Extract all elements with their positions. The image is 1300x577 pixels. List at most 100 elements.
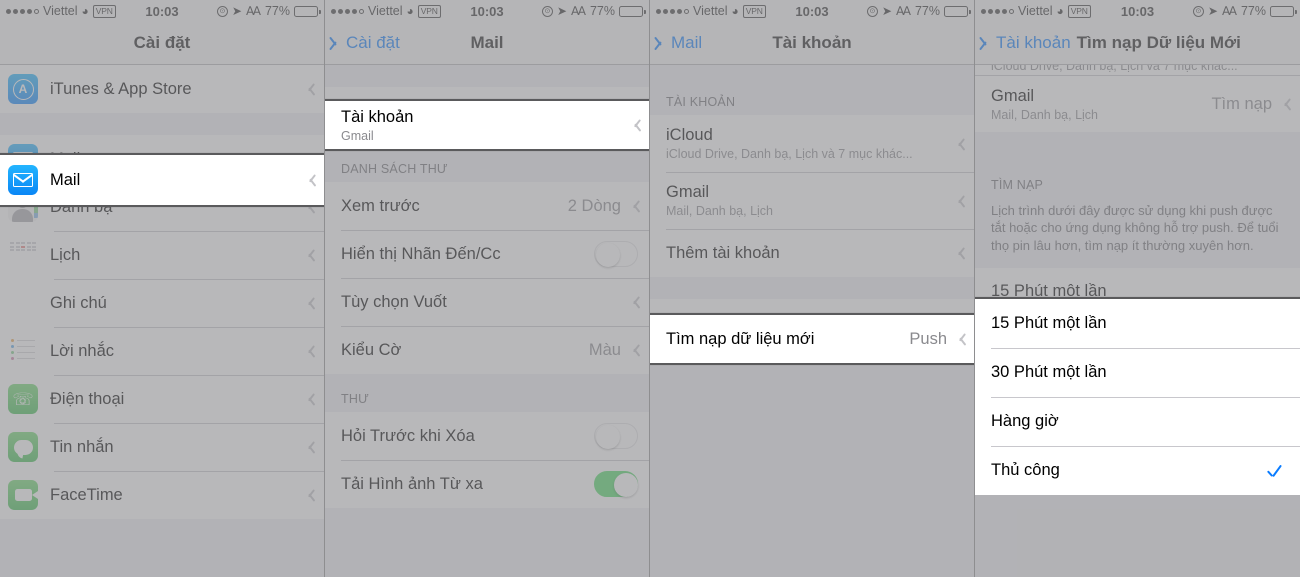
battery-icon	[1270, 5, 1297, 17]
section-header-fetch: TÌM NẠP	[975, 132, 1300, 198]
toggle-show-to-cc-label[interactable]	[594, 241, 638, 267]
option-manually-highlighted[interactable]: Thủ công	[975, 446, 1300, 495]
battery-percent: 77%	[914, 4, 940, 18]
panel-mail: Viettel ◕ VPN 10:03 ⊙ ➤ Ꜳ 77% Cài đặt Ma…	[325, 0, 650, 577]
location-services-icon: ⊙	[541, 5, 553, 17]
row-value: 2 Dòng	[567, 196, 621, 215]
status-bar: Viettel ◕ VPN 10:03 ⊙ ➤ Ꜳ 77%	[650, 0, 974, 22]
highlight-mail-row[interactable]: Mail	[0, 153, 324, 207]
sidebar-item-notes[interactable]: Ghi chú	[0, 279, 324, 327]
row-label: Tải Hình ảnh Từ xa	[341, 474, 483, 493]
nav-bar-settings: Cài đặt	[0, 22, 324, 65]
row-label: Xem trước	[341, 196, 420, 215]
row-ask-before-deleting[interactable]: Hỏi Trước khi Xóa	[325, 412, 649, 460]
row-swipe-options[interactable]: Tùy chọn Vuốt	[325, 278, 649, 326]
nav-bar-fetch-new-data: Tài khoản Tìm nạp Dữ liệu Mới	[975, 22, 1300, 65]
row-fetch-new-data-highlighted[interactable]: Tìm nạp dữ liệu mới Push	[650, 315, 974, 363]
bluetooth-icon: Ꜳ	[1221, 4, 1237, 18]
row-label: Tùy chọn Vuốt	[341, 292, 447, 311]
chevron-right-icon	[305, 296, 313, 310]
back-button[interactable]: Mail	[650, 33, 702, 53]
chevron-right-icon	[306, 173, 314, 187]
status-bar-right: ⊙ ➤ Ꜳ 77%	[541, 4, 646, 18]
row-show-to-cc-label[interactable]: Hiển thị Nhãn Đến/Cc	[325, 230, 649, 278]
row-gmail[interactable]: Gmail Mail, Danh bạ, Lịch Tìm nạp	[975, 75, 1300, 132]
back-button[interactable]: Tài khoản	[975, 33, 1071, 53]
status-bar-right: ⊙ ➤ Ꜳ 77%	[1192, 4, 1297, 18]
row-label: Thủ công	[991, 461, 1060, 479]
accounts-row-highlighted[interactable]: Tài khoản Gmail	[325, 101, 649, 149]
row-sublabel: iCloud Drive, Danh bạ, Lịch và 7 mục khá…	[666, 147, 913, 161]
chevron-right-icon	[630, 199, 638, 213]
group-divider	[650, 65, 974, 77]
row-label: 15 Phút một lần	[991, 314, 1107, 332]
sidebar-item-mail-highlighted[interactable]: Mail	[0, 155, 324, 205]
row-sublabel: iCloud Drive, Danh bạ, Lịch và 7 mục khá…	[991, 65, 1238, 73]
battery-icon	[294, 5, 321, 17]
bluetooth-icon: Ꜳ	[245, 4, 261, 18]
highlight-accounts-row[interactable]: Tài khoản Gmail	[325, 99, 649, 151]
mail-icon	[8, 165, 38, 195]
row-label: FaceTime	[50, 485, 123, 504]
option-15-minutes-highlighted[interactable]: 15 Phút một lần	[975, 299, 1300, 348]
chevron-right-icon	[955, 137, 963, 151]
battery-percent: 77%	[1240, 4, 1266, 18]
row-label: Tìm nạp dữ liệu mới	[666, 329, 815, 348]
location-services-icon: ⊙	[216, 5, 228, 17]
section-footer-fetch: Lịch trình dưới đây được sử dụng khi pus…	[975, 198, 1300, 268]
row-flag-style[interactable]: Kiểu Cờ Màu	[325, 326, 649, 374]
group-divider	[0, 113, 324, 135]
status-bar: Viettel ◕ VPN 10:03 ⊙ ➤ Ꜳ 77%	[0, 0, 324, 22]
row-value: Push	[909, 329, 947, 348]
sidebar-item-calendar[interactable]: Lịch	[0, 231, 324, 279]
group-divider	[325, 65, 649, 87]
row-label: Kiểu Cờ	[341, 340, 402, 359]
chevron-right-icon	[305, 440, 313, 454]
chevron-left-icon	[333, 35, 342, 51]
chevron-right-icon	[630, 295, 638, 309]
chevron-right-icon	[305, 392, 313, 406]
row-gmail[interactable]: Gmail Mail, Danh bạ, Lịch	[650, 172, 974, 229]
row-label: Hàng giờ	[991, 412, 1059, 430]
highlight-fetch-options-group[interactable]: 15 Phút một lần 30 Phút một lần Hàng giờ…	[975, 297, 1300, 495]
battery-icon	[619, 5, 646, 17]
location-arrow-icon: ➤	[556, 4, 567, 18]
sidebar-item-messages[interactable]: Tin nhắn	[0, 423, 324, 471]
highlight-fetch-new-data-row[interactable]: Tìm nạp dữ liệu mới Push	[650, 313, 974, 365]
sidebar-item-reminders[interactable]: Lời nhắc	[0, 327, 324, 375]
row-load-remote-images[interactable]: Tải Hình ảnh Từ xa	[325, 460, 649, 508]
row-label: Gmail	[666, 183, 710, 201]
back-label: Mail	[671, 33, 703, 52]
status-bar: Viettel ◕ VPN 10:03 ⊙ ➤ Ꜳ 77%	[975, 0, 1300, 22]
status-bar-right: ⊙ ➤ Ꜳ 77%	[866, 4, 971, 18]
facetime-icon	[8, 480, 38, 510]
row-label: Tài khoản	[341, 107, 414, 126]
status-bar-right: ⊙ ➤ Ꜳ 77%	[216, 4, 321, 18]
row-label: Mail	[50, 170, 81, 189]
sidebar-item-itunes-app-store[interactable]: A iTunes & App Store	[0, 65, 324, 113]
chevron-right-icon	[956, 332, 964, 346]
option-hourly-highlighted[interactable]: Hàng giờ	[975, 397, 1300, 446]
chevron-right-icon	[630, 343, 638, 357]
sidebar-item-phone[interactable]: ☏ Điện thoại	[0, 375, 324, 423]
option-30-minutes-highlighted[interactable]: 30 Phút một lần	[975, 348, 1300, 397]
row-value: Màu	[588, 340, 621, 359]
toggle-ask-before-deleting[interactable]	[594, 423, 638, 449]
row-preview[interactable]: Xem trước 2 Dòng	[325, 182, 649, 230]
back-button[interactable]: Cài đặt	[325, 33, 400, 53]
toggle-load-remote-images[interactable]	[594, 471, 638, 497]
row-gmail-text: Gmail Mail, Danh bạ, Lịch	[666, 183, 953, 218]
bluetooth-icon: Ꜳ	[570, 4, 586, 18]
chevron-right-icon	[955, 246, 963, 260]
calendar-icon	[8, 240, 38, 270]
row-label: Điện thoại	[50, 389, 125, 408]
row-add-account[interactable]: Thêm tài khoản	[650, 229, 974, 277]
nav-bar-mail: Cài đặt Mail	[325, 22, 649, 65]
sidebar-item-facetime[interactable]: FaceTime	[0, 471, 324, 519]
panel-settings: Viettel ◕ VPN 10:03 ⊙ ➤ Ꜳ 77% Cài đặt A …	[0, 0, 325, 577]
notes-icon	[8, 288, 38, 318]
chevron-left-icon	[658, 35, 667, 51]
row-label: Tin nhắn	[50, 437, 114, 456]
battery-icon	[944, 5, 971, 17]
row-icloud[interactable]: iCloud iCloud Drive, Danh bạ, Lịch và 7 …	[650, 115, 974, 172]
